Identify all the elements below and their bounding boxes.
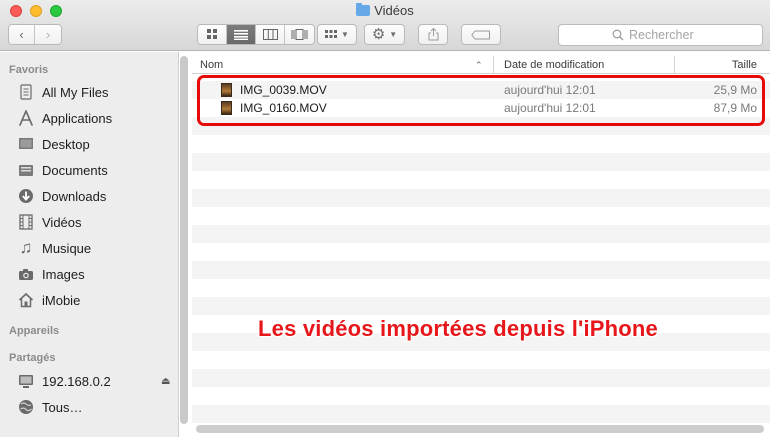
home-icon	[16, 291, 36, 309]
list-stripe	[192, 189, 770, 207]
film-icon	[16, 213, 36, 231]
chevron-down-icon: ▼	[389, 30, 398, 39]
sidebar-item-desktop[interactable]: Desktop	[16, 133, 90, 155]
window-title: Vidéos	[0, 3, 770, 18]
tag-icon	[471, 30, 490, 39]
chevron-down-icon: ▼	[341, 30, 349, 39]
column-divider[interactable]	[493, 56, 494, 74]
view-icons-button[interactable]	[198, 25, 227, 44]
documents-icon	[16, 161, 36, 179]
globe-icon	[16, 398, 36, 416]
action-button[interactable]: ⚙ ▼	[364, 24, 405, 45]
column-header-date[interactable]: Date de modification	[504, 59, 604, 71]
sidebar-scrollbar[interactable]	[180, 56, 188, 424]
sort-chevron-up-icon: ⌃	[475, 60, 483, 70]
column-divider[interactable]	[674, 56, 675, 74]
icon-view-icon	[206, 29, 217, 39]
grid-icon	[325, 30, 338, 38]
forward-button[interactable]: ›	[35, 25, 61, 44]
search-icon	[612, 29, 624, 41]
sidebar-item-label: Images	[42, 266, 85, 282]
sidebar: Favoris All My Files Applications Deskto…	[0, 52, 179, 437]
arrange-button[interactable]: ▼	[317, 24, 357, 45]
applications-icon	[16, 109, 36, 127]
computer-icon	[16, 372, 36, 390]
highlight-rectangle	[197, 75, 765, 126]
search-input[interactable]	[629, 28, 709, 42]
music-icon: ♫	[19, 238, 33, 257]
sidebar-item-applications[interactable]: Applications	[16, 107, 112, 129]
back-button[interactable]: ‹	[9, 25, 35, 44]
list-stripe	[192, 153, 770, 171]
sidebar-item-documents[interactable]: Documents	[16, 159, 108, 181]
column-header-name[interactable]: Nom	[200, 59, 223, 71]
share-icon	[428, 28, 438, 41]
sidebar-item-downloads[interactable]: Downloads	[16, 185, 106, 207]
sidebar-section-shared: Partagés	[9, 352, 56, 364]
camera-icon	[16, 265, 36, 283]
eject-icon[interactable]: ⏏	[161, 376, 170, 387]
desktop-icon	[16, 135, 36, 153]
sidebar-item-music[interactable]: ♫ Musique	[16, 237, 92, 259]
view-coverflow-button[interactable]	[285, 25, 314, 44]
sidebar-item-label: Documents	[42, 162, 108, 178]
sidebar-item-label: All My Files	[42, 84, 109, 100]
view-list-button[interactable]	[227, 25, 256, 44]
view-columns-button[interactable]	[256, 25, 285, 44]
column-view-icon	[262, 29, 278, 40]
coverflow-view-icon	[291, 29, 308, 40]
sidebar-section-devices: Appareils	[9, 325, 60, 337]
sidebar-item-label: Vidéos	[42, 214, 82, 230]
search-field[interactable]	[558, 24, 763, 46]
gear-icon: ⚙	[371, 26, 386, 43]
sidebar-item-label: Desktop	[42, 136, 90, 152]
list-stripe	[192, 297, 770, 315]
tags-button[interactable]	[461, 24, 501, 45]
sidebar-item-label: Downloads	[42, 188, 107, 204]
sidebar-item-network-host[interactable]: 192.168.0.2	[16, 370, 111, 392]
list-stripe	[192, 369, 770, 387]
list-stripe	[192, 405, 770, 423]
downloads-icon	[16, 187, 36, 205]
sidebar-section-favorites: Favoris	[9, 64, 49, 76]
sidebar-item-label: Tous…	[42, 399, 83, 415]
sidebar-item-images[interactable]: Images	[16, 263, 85, 285]
window-toolbar: Vidéos ‹ › ▼ ⚙ ▼	[0, 0, 770, 51]
window-title-text: Vidéos	[374, 3, 414, 18]
sidebar-item-label: Musique	[42, 240, 92, 256]
sidebar-item-videos[interactable]: Vidéos	[16, 211, 82, 233]
list-header: Nom ⌃ Date de modification Taille	[192, 56, 770, 74]
horizontal-scrollbar[interactable]	[196, 425, 764, 433]
all-files-icon	[16, 83, 36, 101]
sidebar-item-all-my-files[interactable]: All My Files	[16, 81, 108, 103]
column-header-size[interactable]: Taille	[732, 59, 757, 71]
folder-icon	[356, 3, 371, 16]
chevron-right-icon: ›	[45, 27, 51, 42]
chevron-left-icon: ‹	[19, 27, 24, 42]
list-view-icon	[234, 29, 248, 40]
sidebar-item-label: 192.168.0.2	[42, 373, 111, 389]
annotation-text: Les vidéos importées depuis l'iPhone	[258, 316, 658, 341]
sidebar-item-imobie[interactable]: iMobie	[16, 289, 80, 311]
history-navigation: ‹ ›	[8, 24, 62, 45]
view-mode-control	[197, 24, 315, 45]
list-stripe	[192, 261, 770, 279]
sidebar-item-label: iMobie	[42, 292, 81, 308]
sidebar-item-label: Applications	[42, 110, 113, 126]
list-stripe	[192, 225, 770, 243]
sidebar-item-all-shared[interactable]: Tous…	[16, 396, 82, 418]
share-button[interactable]	[418, 24, 448, 45]
